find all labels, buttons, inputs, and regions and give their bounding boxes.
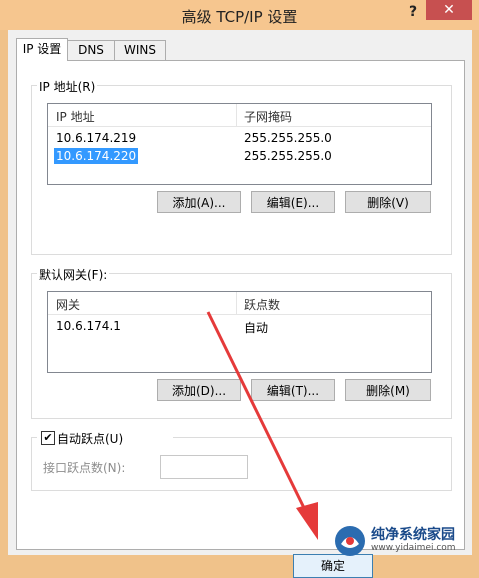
tab-ip-settings[interactable]: IP 设置 [16, 38, 68, 61]
watermark-url: www.yidaimei.com [371, 543, 456, 553]
annotation-arrow [206, 311, 318, 540]
watermark-emblem-icon [335, 526, 365, 556]
watermark-logo: 纯净系统家园 www.yidaimei.com [333, 522, 473, 558]
watermark-title: 纯净系统家园 [371, 527, 455, 543]
